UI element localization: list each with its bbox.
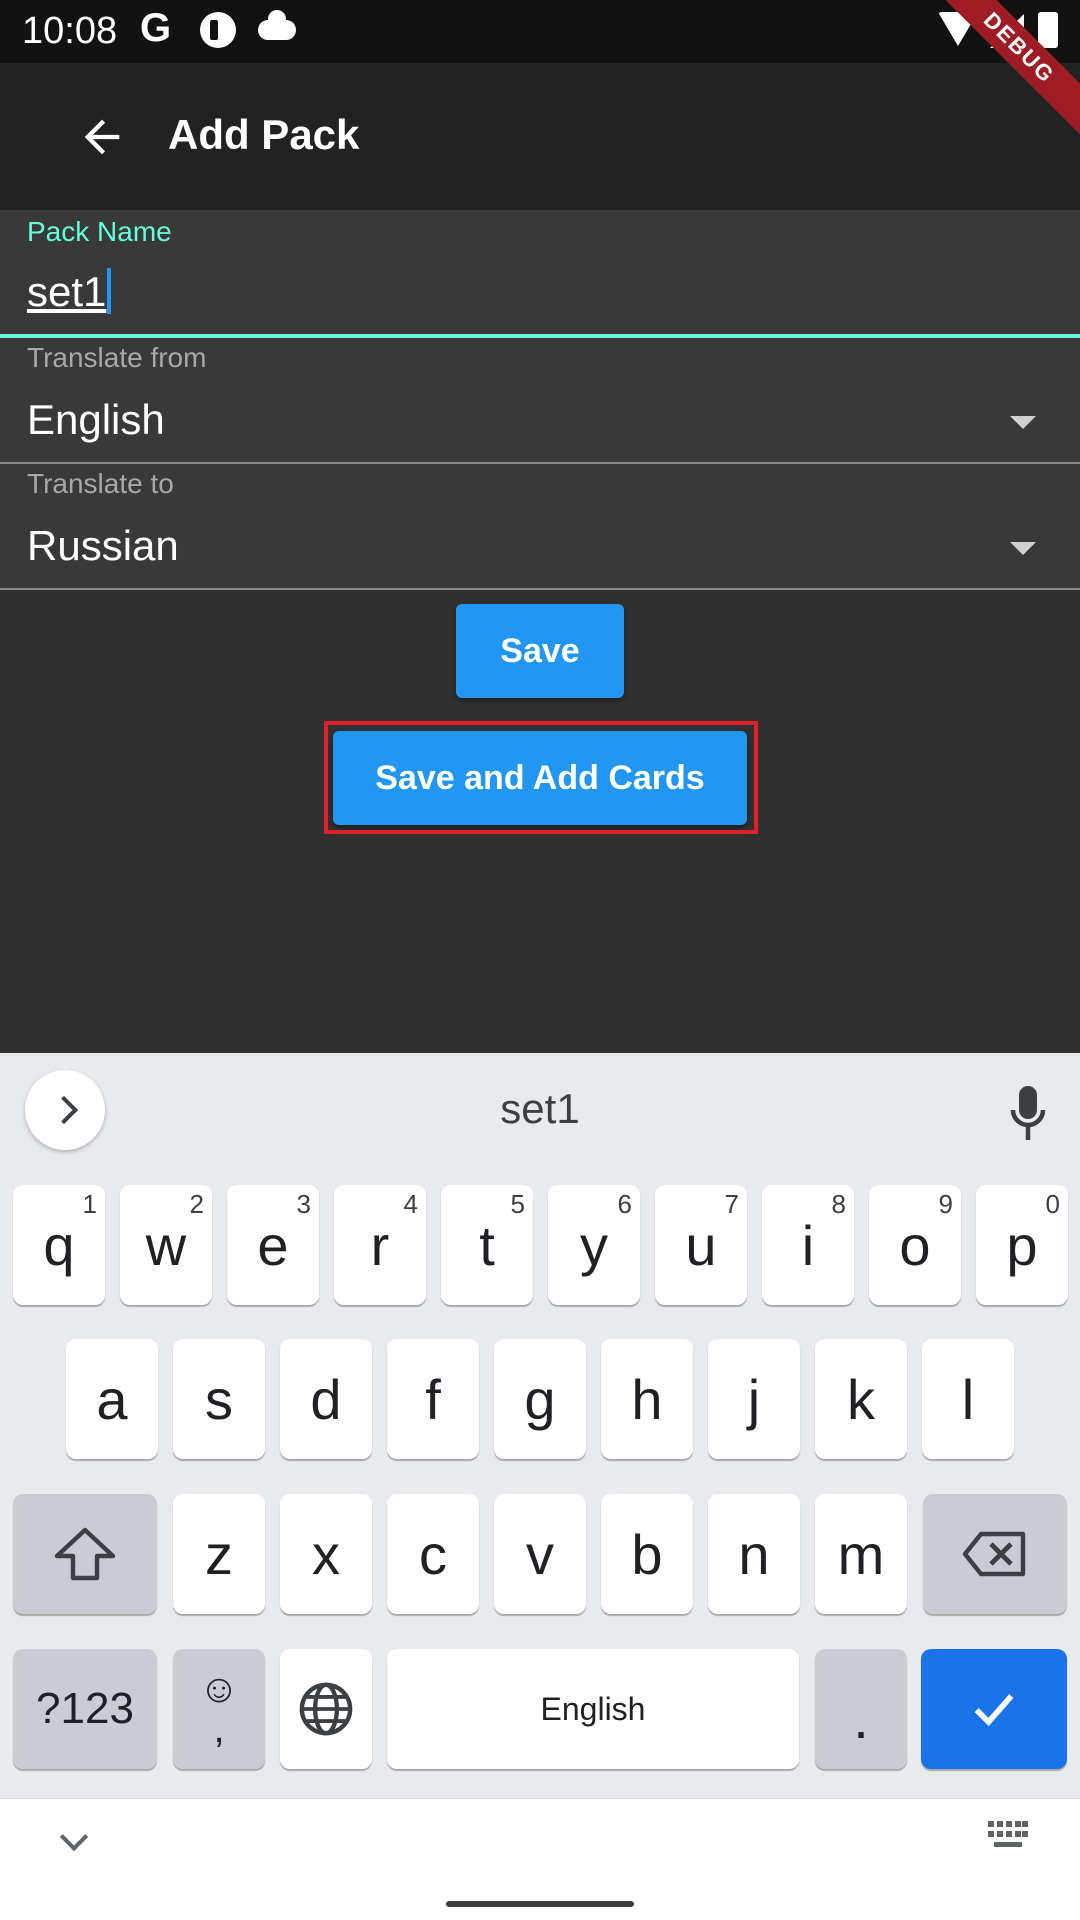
google-icon: G [140,6,172,50]
key-hint: 3 [296,1189,311,1219]
cloud-icon [258,10,296,40]
dropdown-arrow-icon[interactable] [1010,416,1036,429]
status-time: 10:08 [22,10,118,52]
key-hint: 6 [617,1189,632,1219]
emoji-comma-key[interactable]: ☺ , [173,1649,265,1769]
key-hint: 2 [189,1189,204,1219]
battery-icon [1038,12,1058,48]
done-key[interactable] [921,1649,1067,1769]
key-letter: y [580,1213,608,1277]
key-hint: 7 [724,1189,739,1219]
language-key[interactable] [280,1649,372,1769]
key-o[interactable]: o9 [869,1185,961,1305]
key-a[interactable]: a [66,1339,158,1459]
key-letter: w [145,1213,187,1277]
key-d[interactable]: d [280,1339,372,1459]
key-z[interactable]: z [173,1494,265,1614]
key-h[interactable]: h [601,1339,693,1459]
translate-from-value[interactable]: English [27,396,165,444]
key-f[interactable]: f [387,1339,479,1459]
status-bar: 10:08 G [0,0,1080,63]
backspace-key[interactable] [923,1494,1067,1614]
key-k[interactable]: k [815,1339,907,1459]
save-and-add-cards-button[interactable]: Save and Add Cards [333,731,747,825]
key-letter: i [801,1213,815,1277]
key-q[interactable]: q1 [13,1185,105,1305]
dropdown-arrow-icon[interactable] [1010,542,1036,555]
key-hint: 4 [403,1189,418,1219]
key-y[interactable]: y6 [548,1185,640,1305]
period-key[interactable]: . [815,1649,907,1769]
save-button[interactable]: Save [456,604,624,698]
key-e[interactable]: e3 [227,1185,319,1305]
key-x[interactable]: x [280,1494,372,1614]
key-v[interactable]: v [494,1494,586,1614]
translate-to-dropdown[interactable]: Translate to Russian [0,464,1080,590]
pack-name-field[interactable]: Pack Name set1 [0,210,1080,338]
suggestion-word[interactable]: set1 [0,1085,1080,1133]
key-letter: q [43,1213,75,1277]
key-w[interactable]: w2 [120,1185,212,1305]
key-i[interactable]: i8 [762,1185,854,1305]
key-r[interactable]: r4 [334,1185,426,1305]
translate-to-value[interactable]: Russian [27,522,179,570]
keyboard-switch-icon[interactable] [988,1821,1028,1851]
symbols-key[interactable]: ?123 [13,1649,157,1769]
translate-to-label: Translate to [27,468,174,499]
keyboard-bottom-bar [0,1798,1080,1920]
key-c[interactable]: c [387,1494,479,1614]
key-t[interactable]: t5 [441,1185,533,1305]
hide-keyboard-icon[interactable] [59,1822,89,1852]
key-letter: e [257,1213,289,1277]
key-letter: u [685,1213,717,1277]
key-hint: 1 [82,1189,97,1219]
key-m[interactable]: m [815,1494,907,1614]
key-letter: o [899,1213,931,1277]
app-notification-icon [200,12,236,48]
comma-label: , [213,1707,225,1751]
key-j[interactable]: j [708,1339,800,1459]
space-key[interactable]: English [387,1649,799,1769]
app-bar: Add Pack [0,63,1080,210]
backspace-icon [962,1531,1026,1577]
key-b[interactable]: b [601,1494,693,1614]
home-indicator[interactable] [446,1901,634,1907]
key-s[interactable]: s [173,1339,265,1459]
pack-name-input[interactable]: set1 [27,268,106,316]
shift-key[interactable] [13,1494,157,1614]
page-title: Add Pack [168,111,360,158]
suggestion-bar: set1 [0,1053,1080,1169]
key-hint: 9 [938,1189,953,1219]
key-hint: 8 [831,1189,846,1219]
key-letter: r [370,1213,390,1277]
key-letter: t [479,1213,495,1277]
key-hint: 0 [1045,1189,1060,1219]
arrow-back-icon[interactable] [76,111,128,163]
key-u[interactable]: u7 [655,1185,747,1305]
emoji-icon: ☺ [198,1667,240,1711]
pack-name-label: Pack Name [27,216,172,247]
key-n[interactable]: n [708,1494,800,1614]
checkmark-icon [974,1694,1014,1727]
globe-icon [299,1682,353,1736]
key-p[interactable]: p0 [976,1185,1068,1305]
translate-from-dropdown[interactable]: Translate from English [0,338,1080,464]
key-hint: 5 [510,1189,525,1219]
text-cursor [107,268,111,314]
key-l[interactable]: l [922,1339,1014,1459]
shift-icon [54,1527,116,1581]
microphone-icon[interactable] [1010,1085,1046,1141]
translate-from-label: Translate from [27,342,207,373]
key-letter: p [1006,1213,1038,1277]
key-g[interactable]: g [494,1339,586,1459]
